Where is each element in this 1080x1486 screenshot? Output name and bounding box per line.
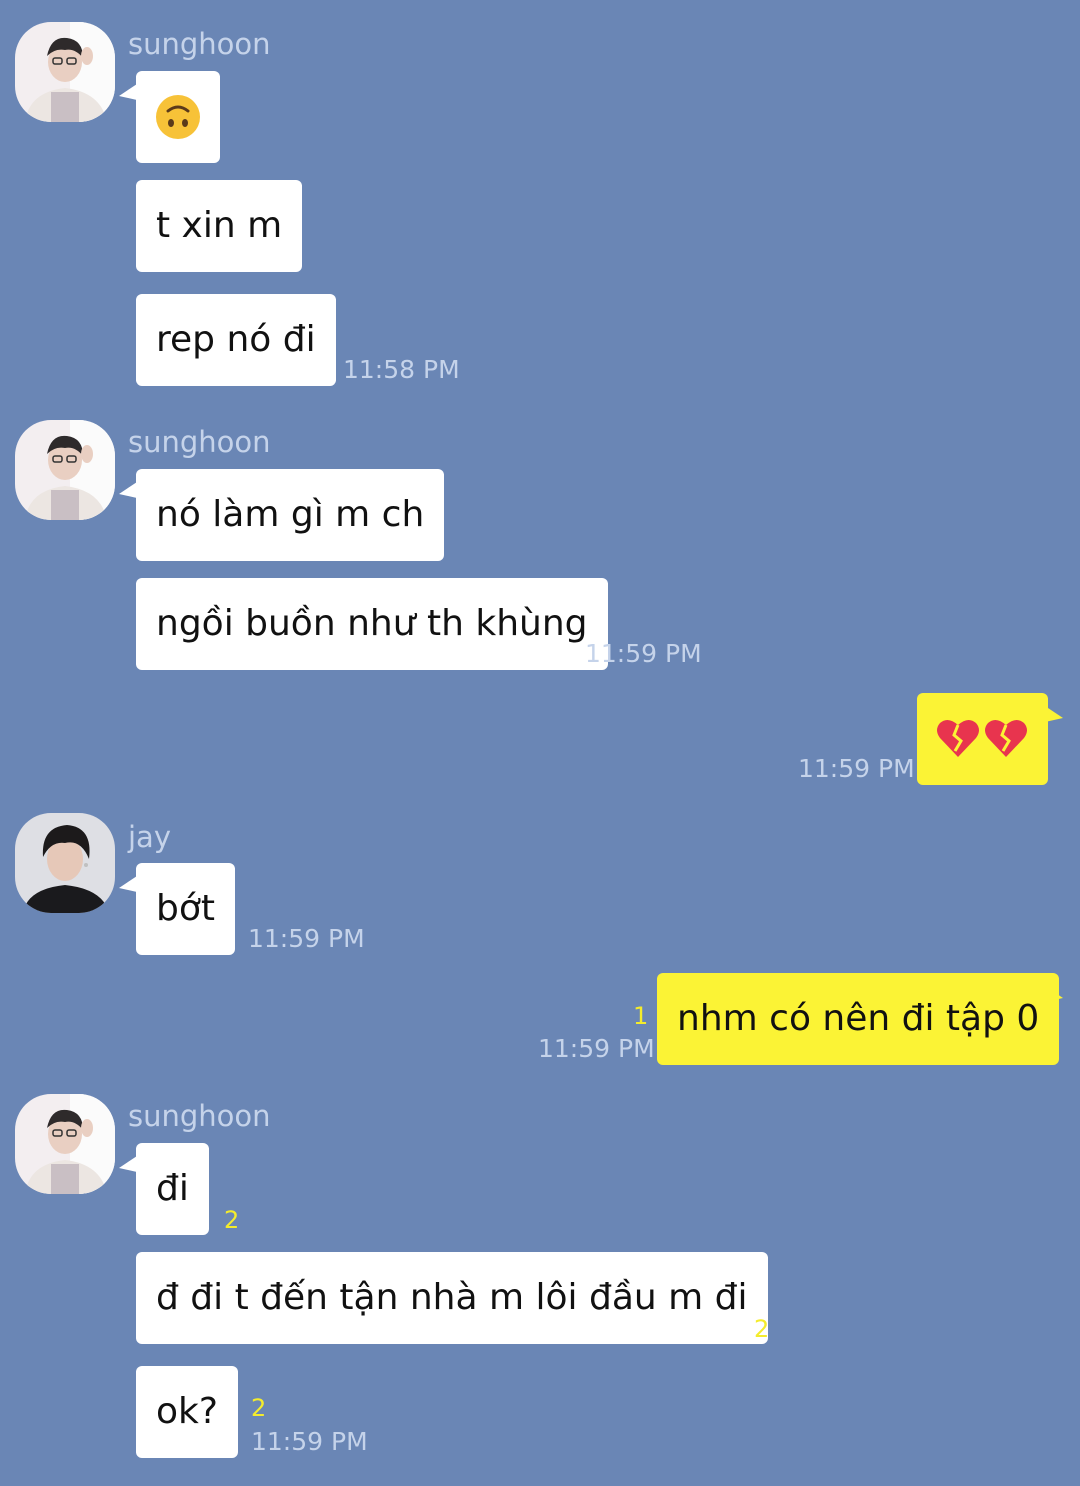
bubble-tail: [119, 1156, 137, 1172]
message-timestamp: 11:59 PM: [538, 1034, 655, 1063]
message-timestamp: 11:59 PM: [585, 639, 702, 668]
outgoing-message-bubble[interactable]: nhm có nên đi tập 0: [657, 973, 1060, 1065]
unread-count: 2: [224, 1206, 240, 1234]
avatar-sunghoon[interactable]: [15, 22, 115, 122]
bubble-tail: [1045, 706, 1063, 722]
message-bubble[interactable]: nó làm gì m ch: [136, 469, 445, 561]
sender-name: sunghoon: [128, 425, 271, 459]
sender-name: sunghoon: [128, 1099, 271, 1133]
bubble-tail: [1045, 986, 1063, 1002]
unread-count: 2: [754, 1315, 770, 1343]
message-bubble[interactable]: đ đi t đến tận nhà m lôi đầu m đi: [136, 1252, 768, 1344]
avatar-sunghoon[interactable]: [15, 420, 115, 520]
bubble-tail: [119, 482, 137, 498]
message-timestamp: 11:59 PM: [251, 1427, 368, 1456]
message-bubble[interactable]: [136, 71, 220, 163]
message-bubble[interactable]: ok?: [136, 1366, 238, 1458]
message-timestamp: 11:59 PM: [798, 754, 915, 783]
avatar-jay[interactable]: [15, 813, 115, 913]
message-bubble[interactable]: đi: [136, 1143, 209, 1235]
sender-name: sunghoon: [128, 27, 271, 61]
bubble-tail: [119, 876, 137, 892]
unread-count: 2: [251, 1394, 267, 1422]
message-bubble[interactable]: rep nó đi: [136, 294, 336, 386]
avatar-sunghoon[interactable]: [15, 1094, 115, 1194]
message-timestamp: 11:58 PM: [343, 355, 460, 384]
broken-heart-icon: [936, 719, 1027, 757]
message-timestamp: 11:59 PM: [248, 924, 365, 953]
chat-view: sunghoon t xin m rep nó đi 11:58 PM sung…: [0, 0, 1080, 1486]
message-bubble[interactable]: ngồi buồn như th khùng: [136, 578, 608, 670]
unread-count: 1: [633, 1002, 649, 1030]
outgoing-message-bubble[interactable]: [917, 693, 1048, 785]
message-bubble[interactable]: bớt: [136, 863, 235, 955]
upside-down-face-icon: [156, 95, 200, 139]
sender-name: jay: [128, 820, 171, 854]
message-bubble[interactable]: t xin m: [136, 180, 303, 272]
bubble-tail: [119, 84, 137, 100]
